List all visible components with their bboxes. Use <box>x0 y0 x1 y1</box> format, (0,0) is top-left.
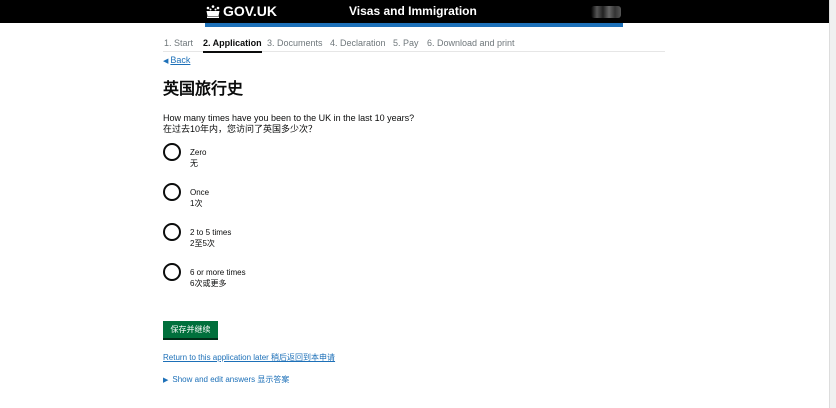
radio-button[interactable] <box>163 183 181 201</box>
option-label-en: 6 or more times <box>190 268 246 277</box>
radio-option-once[interactable]: Once 1次 <box>163 183 463 213</box>
crown-icon <box>206 5 220 18</box>
radio-button[interactable] <box>163 143 181 161</box>
radio-option-zero[interactable]: Zero 无 <box>163 143 463 173</box>
save-and-continue-button[interactable]: 保存并继续 <box>163 321 218 338</box>
question-zh: 在过去10年内，您访问了英国多少次？ <box>163 124 318 134</box>
show-answers-label: Show and edit answers 显示答案 <box>172 375 290 384</box>
service-name[interactable]: Visas and Immigration <box>349 3 477 20</box>
option-label-zh: 6次或更多 <box>190 279 227 288</box>
question-text: How many times have you been to the UK i… <box>163 113 414 135</box>
left-triangle-icon: ◀ <box>163 58 169 65</box>
option-label-en: Zero <box>190 148 207 157</box>
step-documents: 3. Documents <box>267 38 323 48</box>
step-download: 6. Download and print <box>427 38 515 48</box>
option-label-zh: 2至5次 <box>190 239 215 248</box>
radio-button[interactable] <box>163 223 181 241</box>
user-account-redacted <box>591 6 621 18</box>
right-triangle-icon: ▶ <box>163 377 169 384</box>
page-title: 英国旅行史 <box>163 81 244 98</box>
option-label-en: Once <box>190 188 210 197</box>
header-container: GOV.UK Visas and Immigration <box>205 0 623 23</box>
progress-steps: 1. Start 2. Application 3. Documents 4. … <box>163 36 665 53</box>
step-declaration: 4. Declaration <box>330 38 386 48</box>
return-later-link[interactable]: Return to this application later 稍后返回到本申… <box>163 352 335 363</box>
radio-option-2-to-5[interactable]: 2 to 5 times 2至5次 <box>163 223 463 253</box>
site-header: GOV.UK Visas and Immigration <box>0 0 836 23</box>
step-pay: 5. Pay <box>393 38 419 48</box>
step-start[interactable]: 1. Start <box>164 37 193 49</box>
radio-option-6-or-more[interactable]: 6 or more times 6次或更多 <box>163 263 463 293</box>
show-answers-toggle[interactable]: ▶ Show and edit answers 显示答案 <box>163 374 289 385</box>
header-accent-bar <box>205 23 623 27</box>
option-label-zh: 1次 <box>190 199 203 208</box>
question-en: How many times have you been to the UK i… <box>163 113 415 123</box>
option-label[interactable]: 2 to 5 times 2至5次 <box>190 227 231 249</box>
govuk-logo-link[interactable]: GOV.UK <box>223 3 277 20</box>
option-label[interactable]: 6 or more times 6次或更多 <box>190 267 246 289</box>
radio-button[interactable] <box>163 263 181 281</box>
back-label: Back <box>170 55 191 65</box>
vertical-scrollbar[interactable] <box>829 0 836 408</box>
option-label[interactable]: Zero 无 <box>190 147 206 169</box>
step-application: 2. Application <box>203 38 262 53</box>
option-label-zh: 无 <box>190 159 198 168</box>
option-label[interactable]: Once 1次 <box>190 187 209 209</box>
back-link[interactable]: ◀ Back <box>163 55 190 65</box>
option-label-en: 2 to 5 times <box>190 228 232 237</box>
